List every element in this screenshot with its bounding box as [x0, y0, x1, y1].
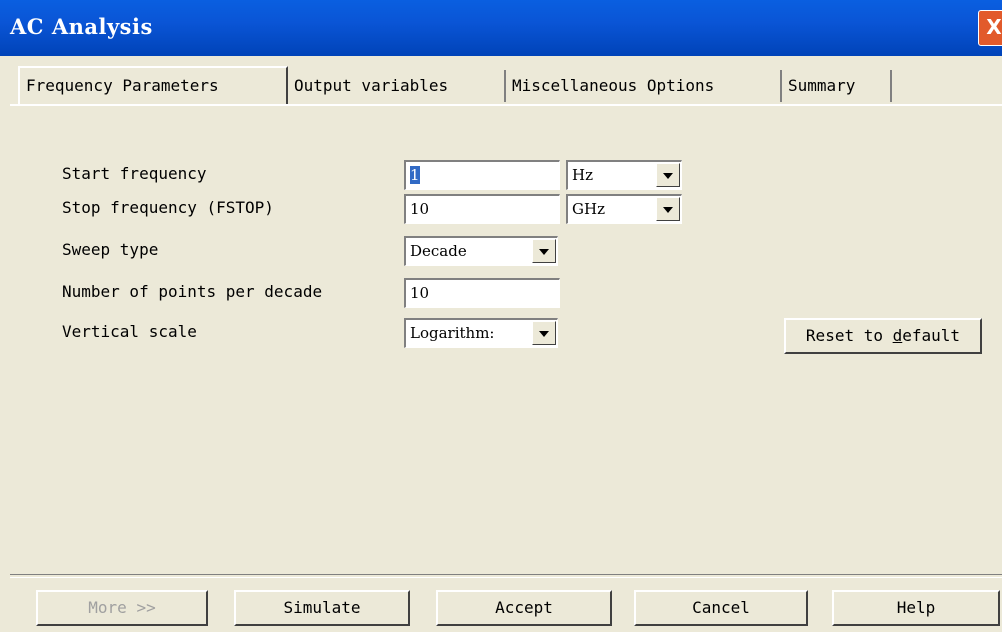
window-title: AC Analysis [10, 14, 153, 39]
chevron-down-icon[interactable] [656, 197, 680, 221]
sweep-type-select[interactable]: Decade [404, 236, 558, 266]
reset-to-default-button[interactable]: Reset to default [784, 318, 982, 354]
stop-frequency-label: Stop frequency (FSTOP) [62, 198, 274, 217]
chevron-down-icon[interactable] [532, 321, 556, 345]
sweep-type-label: Sweep type [62, 240, 159, 259]
sweep-type-value: Decade [410, 242, 467, 260]
simulate-button[interactable]: Simulate [234, 590, 410, 626]
tab-output-variables[interactable]: Output variables [288, 70, 506, 102]
start-frequency-unit-value: Hz [572, 166, 593, 184]
vertical-scale-select[interactable]: Logarithm: [404, 318, 558, 348]
points-per-decade-label: Number of points per decade [62, 282, 323, 301]
start-frequency-label: Start frequency [62, 164, 207, 183]
start-frequency-unit-select[interactable]: Hz [566, 160, 682, 190]
stop-frequency-unit-value: GHz [572, 200, 605, 218]
chevron-down-icon[interactable] [532, 239, 556, 263]
accept-button[interactable]: Accept [436, 590, 612, 626]
stop-frequency-input[interactable]: 10 [404, 194, 560, 224]
more-button: More >> [36, 590, 208, 626]
button-separator [10, 574, 1002, 578]
close-icon[interactable]: X [978, 10, 1002, 46]
title-bar: AC Analysis X [0, 0, 1002, 56]
vertical-scale-value: Logarithm: [410, 324, 495, 342]
cancel-button[interactable]: Cancel [634, 590, 808, 626]
tab-frequency-parameters[interactable]: Frequency Parameters [18, 66, 288, 106]
vertical-scale-label: Vertical scale [62, 322, 197, 341]
tab-miscellaneous-options[interactable]: Miscellaneous Options [506, 70, 782, 102]
points-per-decade-input[interactable]: 10 [404, 278, 560, 308]
help-button[interactable]: Help [832, 590, 1000, 626]
start-frequency-input[interactable]: 1 [404, 160, 560, 190]
stop-frequency-unit-select[interactable]: GHz [566, 194, 682, 224]
tab-summary[interactable]: Summary [782, 70, 892, 102]
chevron-down-icon[interactable] [656, 163, 680, 187]
